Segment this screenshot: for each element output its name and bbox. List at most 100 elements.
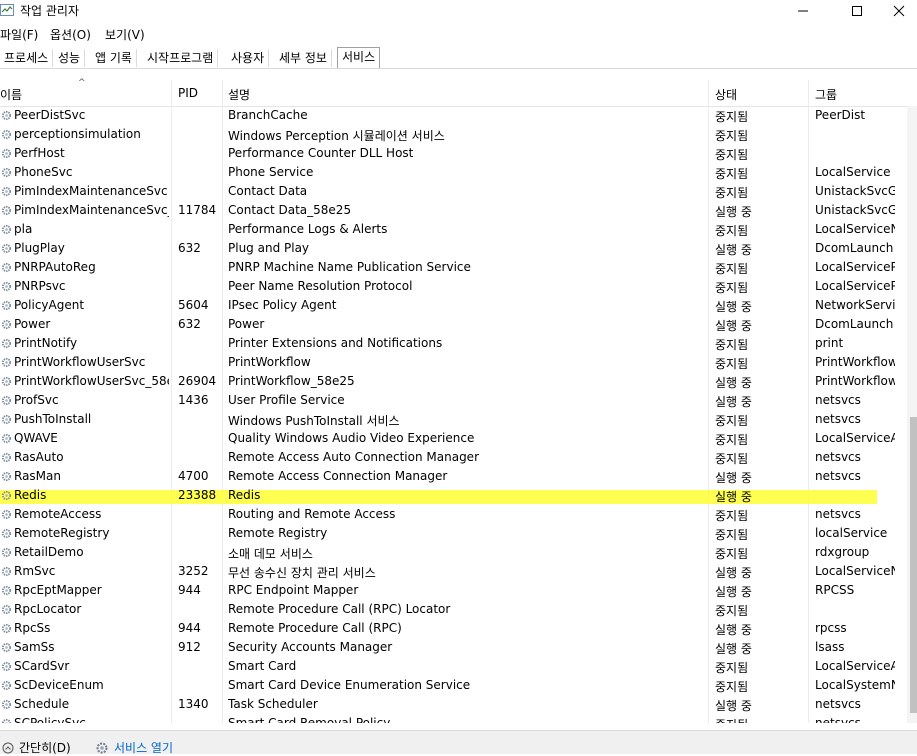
service-name: SCardSvr	[14, 659, 70, 673]
service-name: Schedule	[14, 697, 70, 711]
service-gear-icon	[1, 281, 12, 292]
tab-details[interactable]: 세부 정보	[275, 49, 332, 67]
table-row[interactable]: PNRPsvc Peer Name Resolution Protocol 중지됨 L…	[0, 277, 910, 296]
service-description: Smart Card Device Enumeration Service	[228, 678, 471, 692]
column-status[interactable]: 상태	[715, 86, 737, 103]
table-row[interactable]: PimIndexMaintenanceSvc_... 11784 Contact D…	[0, 201, 910, 220]
service-gear-icon	[1, 357, 12, 368]
tab-bar: 프로세스 성능 앱 기록 시작프로그램 사용자 세부 정보 서비스	[0, 46, 917, 69]
table-row[interactable]: RpcSs 944 Remote Procedure Call (RPC) 실행 중 r…	[0, 619, 910, 638]
window-title: 작업 관리자	[20, 4, 80, 18]
minimize-button[interactable]	[780, 0, 826, 22]
services-list: PeerDistSvc BranchCache 중지됨 PeerDist percept…	[0, 106, 910, 723]
table-row[interactable]: Redis 23388 Redis 실행 중	[0, 486, 910, 505]
tab-users[interactable]: 사용자	[227, 49, 270, 67]
service-description: PrintWorkflow_58e25	[228, 374, 355, 388]
column-group[interactable]: 그룹	[815, 86, 837, 103]
column-name[interactable]: 이름	[0, 86, 22, 103]
table-row[interactable]: RasAuto Remote Access Auto Connection Man…	[0, 448, 910, 467]
table-row[interactable]: RpcLocator Remote Procedure Call (RPC) Lo…	[0, 600, 910, 619]
table-row[interactable]: Schedule 1340 Task Scheduler 실행 중 netsvcs	[0, 695, 910, 714]
service-name: PolicyAgent	[14, 298, 85, 312]
table-row[interactable]: PeerDistSvc BranchCache 중지됨 PeerDist	[0, 106, 910, 125]
table-row[interactable]: RetailDemo 소매 데모 서비스 중지됨 rdxgroup	[0, 543, 910, 562]
service-name: RpcLocator	[14, 602, 82, 616]
menu-options[interactable]: 옵션(O)	[50, 26, 91, 43]
service-group: print	[815, 336, 844, 350]
service-group: LocalService	[815, 165, 891, 179]
table-row[interactable]: RasMan 4700 Remote Access Connection Manag…	[0, 467, 910, 486]
table-row[interactable]: SCPolicySvc Smart Card Removal Policy 중지됨 n…	[0, 714, 910, 723]
service-description: User Profile Service	[228, 393, 345, 407]
service-name: PlugPlay	[14, 241, 65, 255]
service-gear-icon	[1, 148, 12, 159]
service-group: DcomLaunch	[815, 317, 894, 331]
service-description: Plug and Play	[228, 241, 310, 255]
service-description: Contact Data_58e25	[228, 203, 352, 217]
tab-processes[interactable]: 프로세스	[0, 49, 54, 67]
service-status: 중지됨	[715, 129, 749, 143]
table-row[interactable]: PushToInstall Windows PushToInstall 서비스 중지…	[0, 410, 910, 429]
tab-services[interactable]: 서비스	[337, 47, 381, 68]
table-row[interactable]: RpcEptMapper 944 RPC Endpoint Mapper 실행 중 RP…	[0, 581, 910, 600]
table-row[interactable]: ScDeviceEnum Smart Card Device Enumeratio…	[0, 676, 910, 695]
table-row[interactable]: RmSvc 3252 무선 송수신 장치 관리 서비스 실행 중 LocalServic…	[0, 562, 910, 581]
table-row[interactable]: PerfHost Performance Counter DLL Host 중지됨	[0, 144, 910, 163]
service-gear-icon	[1, 452, 12, 463]
service-group: PeerDist	[815, 108, 866, 122]
service-gear-icon	[1, 585, 12, 596]
service-description: PNRP Machine Name Publication Service	[228, 260, 471, 274]
table-row[interactable]: PrintWorkflowUserSvc PrintWorkflow 중지됨 Prin…	[0, 353, 910, 372]
service-group: LocalSystemN...	[815, 678, 895, 692]
fewer-details-button[interactable]: 간단히(D)	[2, 739, 71, 756]
service-description: PrintWorkflow	[228, 355, 311, 369]
column-description[interactable]: 설명	[228, 86, 250, 103]
close-icon	[893, 5, 905, 17]
table-row[interactable]: PhoneSvc Phone Service 중지됨 LocalService	[0, 163, 910, 182]
service-name: pla	[14, 222, 33, 236]
service-status: 실행 중	[715, 376, 752, 390]
scrollbar-thumb[interactable]	[910, 417, 917, 713]
service-group: RPCSS	[815, 583, 855, 597]
table-row[interactable]: pla Performance Logs & Alerts 중지됨 LocalServ…	[0, 220, 910, 239]
table-row[interactable]: PrintWorkflowUserSvc_58e... 26904 PrintWor…	[0, 372, 910, 391]
table-row[interactable]: PrintNotify Printer Extensions and Notifi…	[0, 334, 910, 353]
service-status: 중지됨	[715, 167, 749, 181]
table-row[interactable]: PlugPlay 632 Plug and Play 실행 중 DcomLaunch	[0, 239, 910, 258]
service-name: PhoneSvc	[14, 165, 73, 179]
service-name: PimIndexMaintenanceSvc_...	[14, 203, 169, 217]
table-row[interactable]: perceptionsimulation Windows Perception 시…	[0, 125, 910, 144]
service-name: RpcSs	[14, 621, 51, 635]
maximize-button[interactable]	[834, 0, 880, 22]
table-row[interactable]: SCardSvr Smart Card 중지됨 LocalServiceA...	[0, 657, 910, 676]
table-row[interactable]: RemoteAccess Routing and Remote Access 중지됨…	[0, 505, 910, 524]
table-row[interactable]: PolicyAgent 5604 IPsec Policy Agent 실행 중 Net…	[0, 296, 910, 315]
tab-app-history[interactable]: 앱 기록	[91, 49, 137, 67]
tab-performance[interactable]: 성능	[54, 49, 86, 67]
table-row[interactable]: ProfSvc 1436 User Profile Service 실행 중 netsv…	[0, 391, 910, 410]
service-description: Printer Extensions and Notifications	[228, 336, 443, 350]
table-row[interactable]: PimIndexMaintenanceSvc Contact Data 중지됨 Uni…	[0, 182, 910, 201]
service-gear-icon	[1, 300, 12, 311]
table-row[interactable]: PNRPAutoReg PNRP Machine Name Publication…	[0, 258, 910, 277]
table-row[interactable]: Power 632 Power 실행 중 DcomLaunch	[0, 315, 910, 334]
service-gear-icon	[1, 547, 12, 558]
column-pid[interactable]: PID	[178, 86, 198, 100]
table-row[interactable]: SamSs 912 Security Accounts Manager 실행 중 lsa…	[0, 638, 910, 657]
service-gear-icon	[1, 414, 12, 425]
service-description: 소매 데모 서비스	[228, 547, 313, 561]
column-header: ^ 이름 PID 설명 상태 그룹	[0, 78, 917, 107]
table-row[interactable]: QWAVE Quality Windows Audio Video Experie…	[0, 429, 910, 448]
open-services-link[interactable]: 서비스 열기	[95, 739, 173, 756]
service-status: 실행 중	[715, 243, 752, 257]
service-description: 무선 송수신 장치 관리 서비스	[228, 566, 376, 580]
service-gear-icon	[1, 338, 12, 349]
service-status: 실행 중	[715, 471, 752, 485]
tab-startup[interactable]: 시작프로그램	[143, 49, 219, 67]
menu-view[interactable]: 보기(V)	[105, 26, 145, 43]
service-description: Windows Perception 시뮬레이션 서비스	[228, 129, 445, 143]
close-button[interactable]	[876, 0, 917, 22]
table-row[interactable]: RemoteRegistry Remote Registry 중지됨 localSer…	[0, 524, 910, 543]
menu-file[interactable]: 파일(F)	[0, 26, 38, 43]
service-gear-icon	[1, 433, 12, 444]
